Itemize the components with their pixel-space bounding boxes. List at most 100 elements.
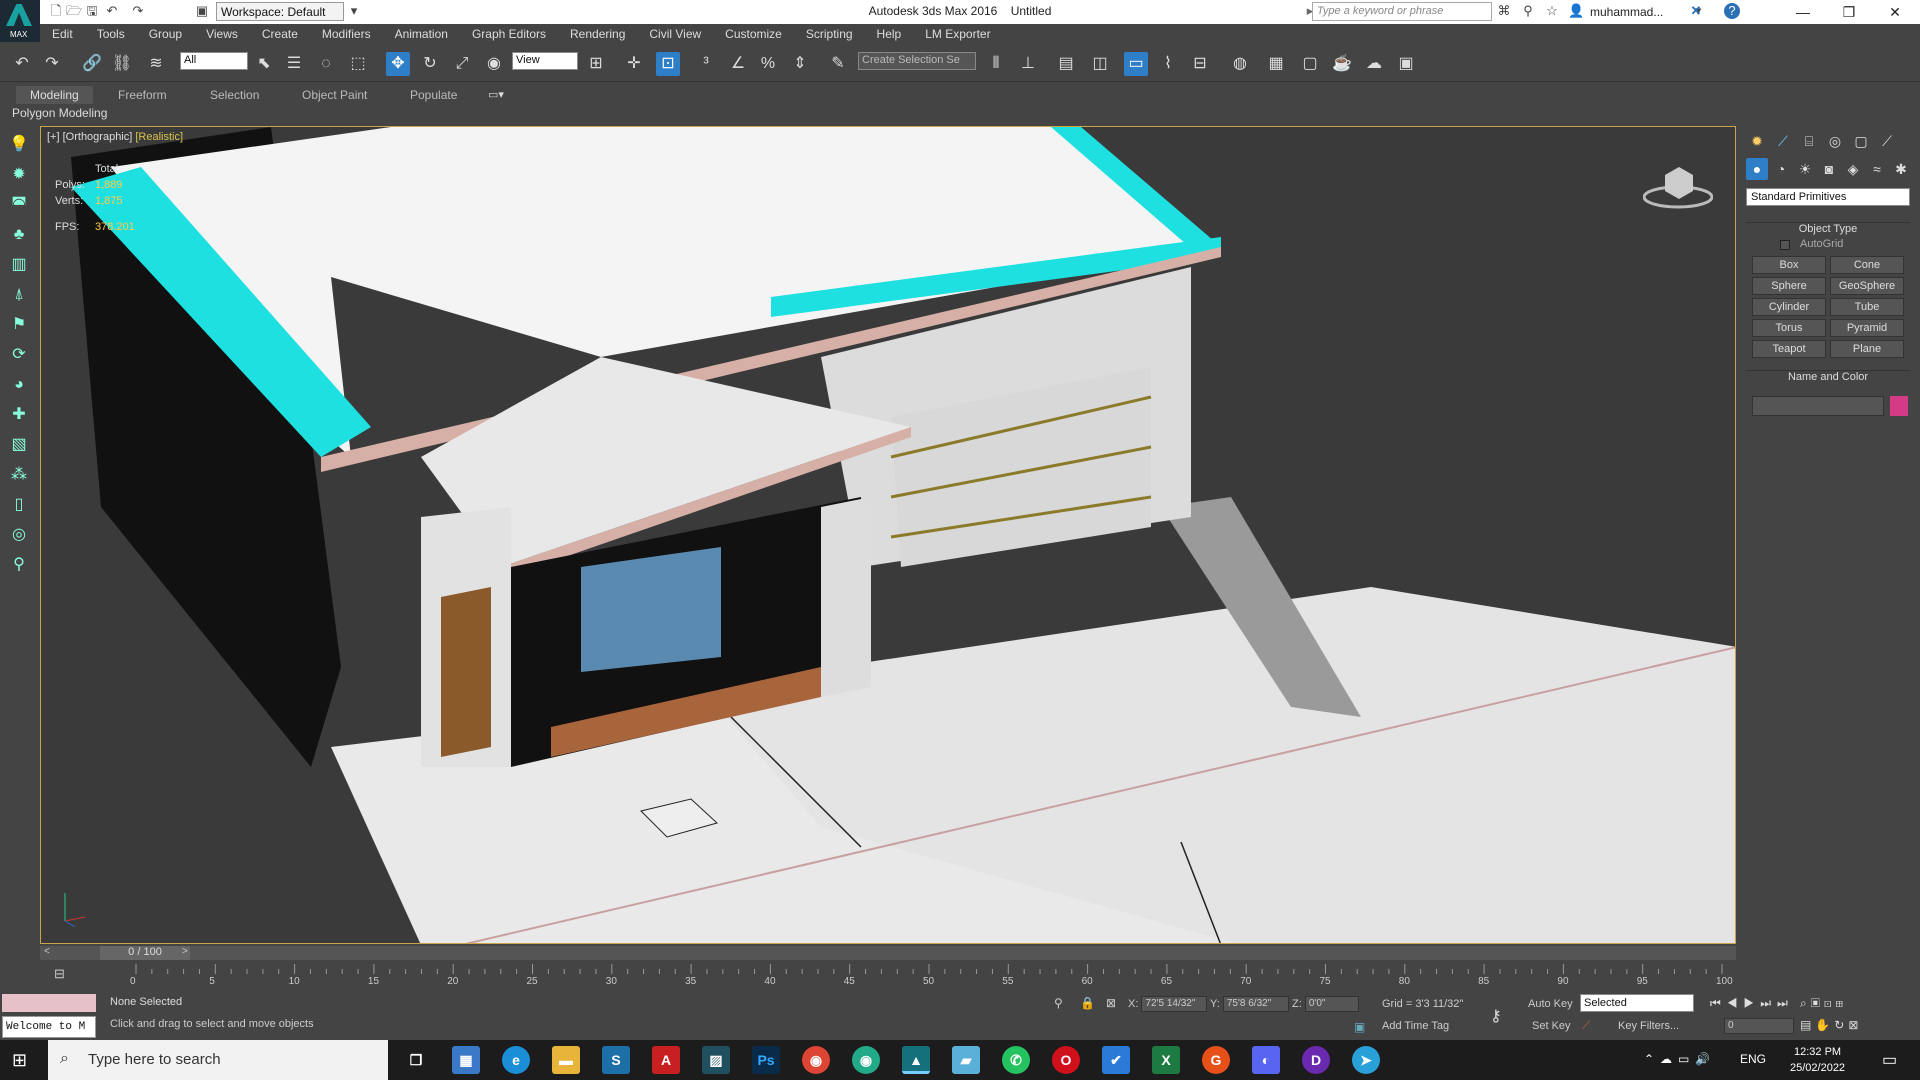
box-button[interactable]: Box: [1752, 256, 1826, 274]
a360-gallery-icon[interactable]: ▣: [1394, 52, 1418, 76]
help-icon[interactable]: ?: [1724, 3, 1740, 19]
space-warps-icon[interactable]: ≈: [1866, 158, 1888, 180]
sketchup-app-icon[interactable]: S: [602, 1046, 630, 1074]
task-view-icon[interactable]: ❐: [402, 1046, 430, 1074]
autogrid-checkbox[interactable]: [1780, 240, 1790, 250]
y-field[interactable]: 75'8 6/32": [1222, 996, 1289, 1012]
keyword-search-input[interactable]: Type a keyword or phrase: [1312, 2, 1492, 21]
pyramid-button[interactable]: Pyramid: [1830, 319, 1904, 337]
render-production-icon[interactable]: ☕: [1330, 52, 1354, 76]
opera-app-icon[interactable]: O: [1052, 1046, 1080, 1074]
tab-modeling[interactable]: Modeling: [16, 86, 93, 104]
absolute-mode-icon[interactable]: ⊠: [1106, 996, 1116, 1010]
document-icon[interactable]: ▯: [6, 492, 32, 518]
menu-lm-exporter[interactable]: LM Exporter: [913, 27, 1002, 41]
viewport-nav-controls-bottom[interactable]: ▤✋↻⊠: [1800, 1018, 1862, 1032]
create-tab-icon[interactable]: ✹: [1746, 130, 1768, 152]
set-key-button[interactable]: Set Key: [1532, 1020, 1571, 1032]
todo-app-icon[interactable]: ✔: [1102, 1046, 1130, 1074]
systems-icon[interactable]: ✱: [1890, 158, 1912, 180]
selection-lock-icon[interactable]: 🔒: [1080, 996, 1095, 1010]
select-and-link-icon[interactable]: 🔗: [80, 52, 104, 76]
tube-button[interactable]: Tube: [1830, 298, 1904, 316]
add-time-tag[interactable]: Add Time Tag: [1382, 1020, 1449, 1032]
maxscript-listener-pink[interactable]: [2, 994, 96, 1012]
current-frame-field[interactable]: 0: [1724, 1018, 1794, 1034]
teapot-button[interactable]: Teapot: [1752, 340, 1826, 358]
render-in-cloud-icon[interactable]: ☁: [1362, 52, 1386, 76]
helper-icon[interactable]: ✚: [6, 402, 32, 428]
unlink-selection-icon[interactable]: ⛓: [110, 52, 134, 76]
curve-editor-icon[interactable]: ⌇: [1156, 52, 1180, 76]
bulb-outline-icon[interactable]: ⚲: [6, 552, 32, 578]
time-tag-icon[interactable]: ▣: [1354, 1020, 1365, 1034]
isolate-selection-icon[interactable]: ⚲: [1054, 996, 1063, 1010]
menu-graph-editors[interactable]: Graph Editors: [460, 27, 558, 41]
language-indicator[interactable]: ENG: [1740, 1052, 1766, 1066]
select-object-icon[interactable]: ⬉: [252, 52, 276, 76]
menu-civil-view[interactable]: Civil View: [637, 27, 713, 41]
taskbar-search-box[interactable]: ⌕ Type here to search: [48, 1040, 388, 1080]
figure-icon[interactable]: ⍋: [6, 282, 32, 308]
snaps-toggle-icon[interactable]: ³: [694, 52, 718, 76]
restore-button[interactable]: ❐: [1826, 0, 1872, 24]
whatsapp-app-icon[interactable]: ✆: [1002, 1046, 1030, 1074]
motion-tab-icon[interactable]: ◎: [1824, 130, 1846, 152]
manage-layers-icon[interactable]: ◫: [1088, 52, 1112, 76]
edge-app-icon[interactable]: e: [502, 1046, 530, 1074]
playback-controls[interactable]: ⏮◀▶⏭⏭: [1710, 996, 1794, 1011]
menu-tools[interactable]: Tools: [85, 27, 137, 41]
time-prev-icon[interactable]: <: [44, 946, 50, 957]
spinner-snap-icon[interactable]: ⇕: [788, 52, 812, 76]
viewcube-icon[interactable]: [1642, 161, 1714, 211]
selection-filter-dropdown[interactable]: All: [180, 52, 248, 70]
light-bulb-icon[interactable]: 💡: [6, 132, 32, 158]
polygon-modeling-panel[interactable]: Polygon Modeling: [12, 106, 107, 120]
object-name-field[interactable]: [1752, 396, 1884, 416]
selection-region-icon[interactable]: ◌: [314, 52, 338, 76]
file-explorer-app-icon[interactable]: ▬: [552, 1046, 580, 1074]
z-field[interactable]: 0'0": [1304, 996, 1359, 1012]
select-and-rotate-icon[interactable]: ↻: [418, 52, 442, 76]
tab-selection[interactable]: Selection: [196, 86, 273, 104]
lights-icon[interactable]: ☀: [1794, 158, 1816, 180]
set-key-curve-icon[interactable]: ⟋: [1582, 1018, 1590, 1033]
time-next-icon[interactable]: >: [182, 946, 188, 957]
cone-button[interactable]: Cone: [1830, 256, 1904, 274]
use-pivot-center-icon[interactable]: ⊞: [584, 52, 608, 76]
acrobat-app-icon[interactable]: A: [652, 1046, 680, 1074]
favorites-star-icon[interactable]: ☆: [1544, 3, 1560, 19]
maxscript-mini-listener[interactable]: Welcome to M: [2, 1016, 96, 1038]
excel-app-icon[interactable]: X: [1152, 1046, 1180, 1074]
percent-snap-icon[interactable]: %: [756, 52, 780, 76]
viewport-view-label[interactable]: [Orthographic]: [63, 131, 133, 143]
utilities-tab-icon[interactable]: ⟋: [1876, 130, 1898, 152]
sphere-button[interactable]: Sphere: [1752, 277, 1826, 295]
menu-modifiers[interactable]: Modifiers: [310, 27, 383, 41]
rendered-frame-window-icon[interactable]: ▢: [1298, 52, 1322, 76]
notifications-icon[interactable]: ▭: [1882, 1050, 1897, 1070]
tab-populate[interactable]: Populate: [396, 86, 471, 104]
menu-group[interactable]: Group: [137, 27, 194, 41]
menu-help[interactable]: Help: [865, 27, 914, 41]
menu-scripting[interactable]: Scripting: [794, 27, 865, 41]
camera-icon[interactable]: ◚: [6, 192, 32, 218]
discord-app-icon[interactable]: ◐: [1252, 1046, 1280, 1074]
plane-button[interactable]: Plane: [1830, 340, 1904, 358]
cameras-icon[interactable]: ◙: [1818, 158, 1840, 180]
clock[interactable]: 12:32 PM 25/02/2022: [1790, 1044, 1845, 1076]
menu-views[interactable]: Views: [194, 27, 250, 41]
spinner-icon[interactable]: ⟳: [6, 342, 32, 368]
sun-icon[interactable]: ✹: [6, 162, 32, 188]
book-icon[interactable]: ▥: [6, 252, 32, 278]
menu-rendering[interactable]: Rendering: [558, 27, 637, 41]
select-by-name-icon[interactable]: ☰: [282, 52, 306, 76]
undo-icon[interactable]: ↶: [10, 52, 34, 76]
layer-explorer-icon[interactable]: ▤: [1054, 52, 1078, 76]
viewport-orthographic[interactable]: [+] [Orthographic] [Realistic] Total Pol…: [40, 126, 1736, 944]
select-and-scale-icon[interactable]: ⤢: [450, 52, 474, 76]
ribbon-options-icon[interactable]: ▭▾: [488, 88, 504, 101]
windows-start-icon[interactable]: ⊞: [12, 1050, 27, 1071]
select-and-place-icon[interactable]: ◉: [482, 52, 506, 76]
window-crossing-icon[interactable]: ⬚: [346, 52, 370, 76]
